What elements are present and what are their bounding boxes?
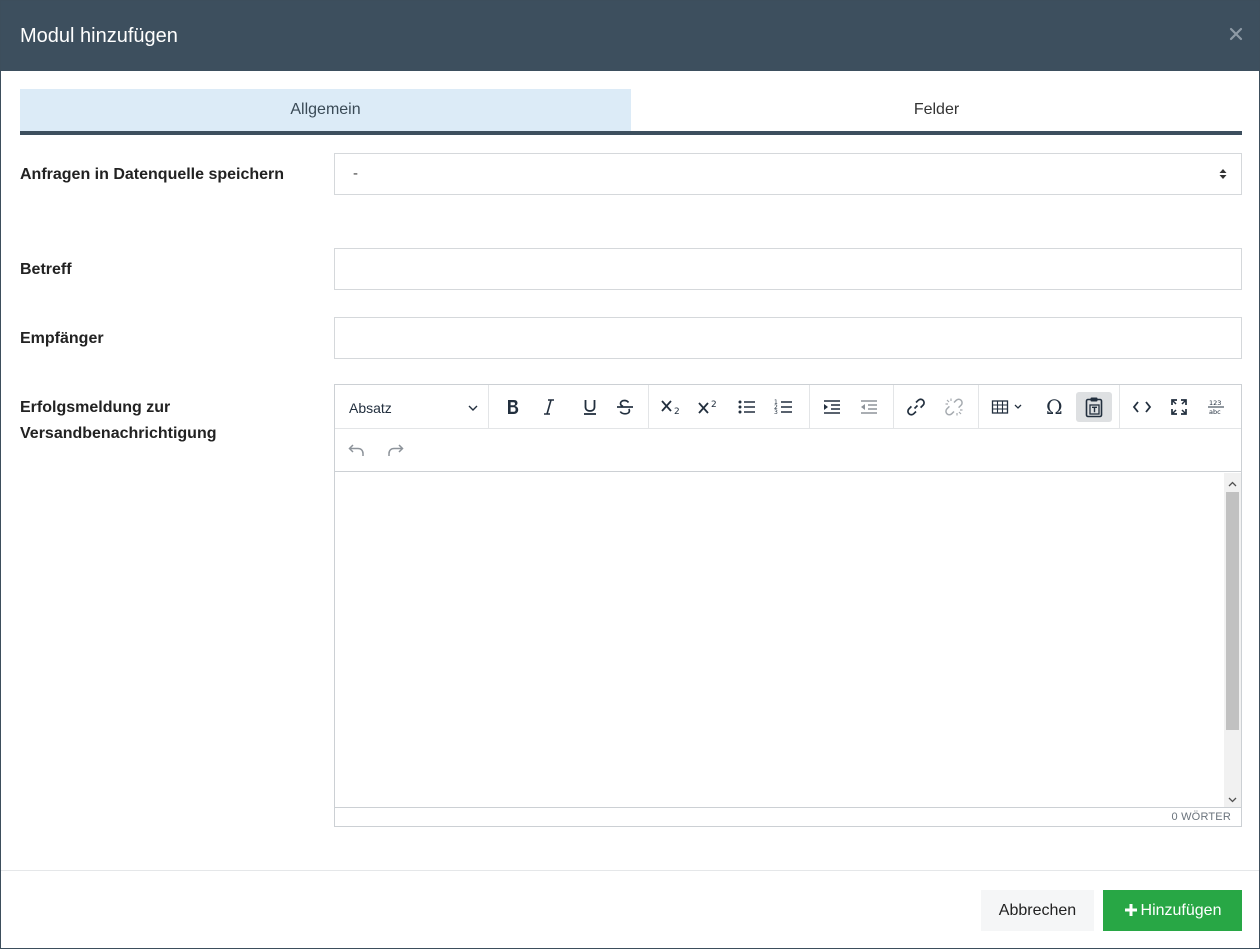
indent-icon[interactable]	[820, 392, 844, 422]
scroll-thumb[interactable]	[1226, 492, 1239, 730]
numbered-list-icon[interactable]: 123	[772, 392, 796, 422]
bold-icon[interactable]	[501, 392, 525, 422]
toolbar-separator	[488, 385, 489, 429]
scroll-up-icon[interactable]	[1227, 477, 1238, 488]
editor-scrollbar[interactable]	[1224, 473, 1241, 807]
sort-arrows-icon	[1219, 167, 1227, 185]
unlink-icon[interactable]	[941, 392, 967, 422]
table-icon[interactable]	[988, 392, 1030, 422]
cancel-button[interactable]: Abbrechen	[981, 890, 1094, 931]
toolbar-separator	[893, 385, 894, 429]
svg-text:2: 2	[674, 407, 680, 416]
undo-icon[interactable]	[345, 435, 369, 465]
toolbar-separator	[648, 385, 649, 429]
add-button[interactable]: Hinzufügen	[1103, 890, 1242, 931]
special-character-icon[interactable]: Ω	[1043, 392, 1069, 422]
tab-felder[interactable]: Felder	[631, 89, 1242, 131]
rich-text-editor: Absatz 2 2 1 2 3 Ω 123 abc 0 WÖRTER	[334, 384, 1242, 827]
subject-label: Betreff	[20, 261, 72, 278]
block-format-value: Absatz	[349, 400, 392, 416]
add-button-label: Hinzufügen	[1140, 901, 1222, 919]
svg-text:3: 3	[774, 409, 778, 416]
underline-icon[interactable]	[578, 392, 602, 422]
strikethrough-icon[interactable]	[613, 392, 637, 422]
editor-toolbar-secondary	[335, 429, 1241, 472]
source-code-icon[interactable]	[1129, 392, 1155, 422]
fullscreen-icon[interactable]	[1166, 392, 1192, 422]
datasource-select-value: -	[353, 165, 358, 182]
svg-text:Ω: Ω	[1046, 397, 1063, 417]
chevron-down-icon	[467, 401, 479, 419]
block-format-select[interactable]: Absatz	[339, 392, 487, 422]
tab-allgemein[interactable]: Allgemein	[20, 89, 631, 131]
word-count[interactable]: 0 WÖRTER	[1172, 811, 1231, 823]
bullet-list-icon[interactable]	[735, 392, 759, 422]
recipient-input[interactable]	[334, 317, 1242, 359]
editor-content-area[interactable]	[335, 473, 1241, 807]
paste-as-text-icon[interactable]	[1076, 392, 1112, 422]
toolbar-separator	[978, 385, 979, 429]
svg-text:abc: abc	[1209, 408, 1221, 416]
wordcount-icon[interactable]: 123 abc	[1203, 392, 1229, 422]
add-module-dialog: Modul hinzufügen Allgemein Felder Anfrag…	[0, 0, 1260, 949]
editor-toolbar: Absatz 2 2 1 2 3 Ω 123 abc	[335, 385, 1241, 429]
italic-icon[interactable]	[537, 392, 561, 422]
redo-icon[interactable]	[383, 435, 407, 465]
toolbar-separator	[809, 385, 810, 429]
datasource-label: Anfragen in Datenquelle speichern	[20, 166, 285, 183]
editor-statusbar: 0 WÖRTER	[335, 807, 1241, 826]
outdent-icon[interactable]	[857, 392, 881, 422]
subject-input[interactable]	[334, 248, 1242, 290]
recipient-label: Empfänger	[20, 330, 104, 347]
svg-text:123: 123	[1209, 399, 1221, 407]
superscript-icon[interactable]: 2	[695, 392, 721, 422]
dialog-title: Modul hinzufügen	[20, 25, 178, 47]
subscript-icon[interactable]: 2	[658, 392, 684, 422]
scroll-down-icon[interactable]	[1227, 792, 1238, 803]
svg-text:2: 2	[711, 400, 717, 410]
success-message-label: Erfolgsmeldung zur Versandbenachrichtigu…	[20, 399, 217, 442]
plus-icon	[1124, 903, 1138, 919]
tab-bar: Allgemein Felder	[20, 89, 1242, 135]
dialog-footer: Abbrechen Hinzufügen	[1, 870, 1259, 948]
close-icon[interactable]	[1229, 27, 1243, 41]
link-icon[interactable]	[903, 392, 929, 422]
datasource-select[interactable]: -	[334, 153, 1242, 195]
dialog-header: Modul hinzufügen	[1, 1, 1259, 71]
toolbar-separator	[1119, 385, 1120, 429]
